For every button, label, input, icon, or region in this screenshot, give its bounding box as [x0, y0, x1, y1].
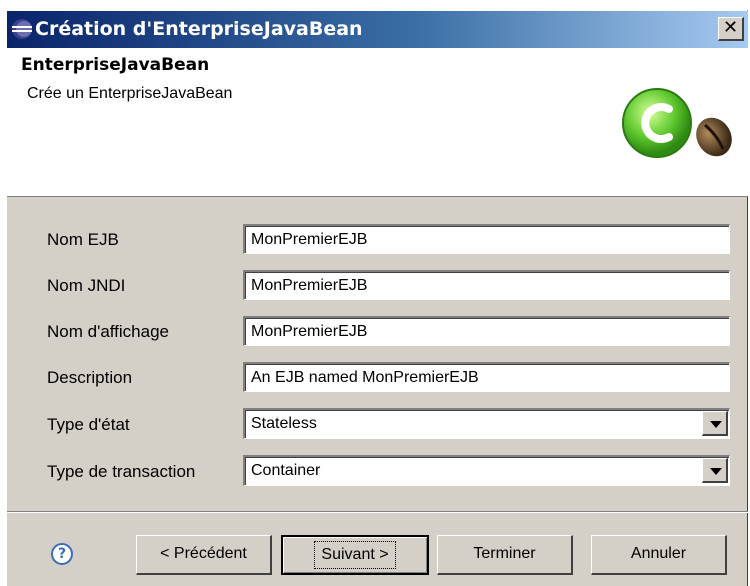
ejb-name-input[interactable]: MonPremierEJB — [243, 224, 730, 254]
finish-button[interactable]: Terminer — [437, 535, 573, 575]
banner-description: Crée un EnterpriseJavaBean — [27, 85, 233, 102]
transaction-type-dropdown-button[interactable] — [702, 458, 728, 483]
eclipse-icon — [12, 19, 32, 39]
help-button[interactable]: ? — [51, 543, 73, 565]
state-type-select[interactable]: Stateless — [243, 408, 730, 439]
state-type-label: Type d'état — [47, 415, 130, 434]
transaction-type-label: Type de transaction — [47, 462, 196, 481]
display-name-label: Nom d'affichage — [47, 322, 170, 341]
wizard-dialog: Création d'EnterpriseJavaBean ✕ Enterpri… — [6, 10, 748, 586]
description-input[interactable]: An EJB named MonPremierEJB — [243, 362, 730, 392]
title-bar[interactable]: Création d'EnterpriseJavaBean ✕ — [7, 11, 748, 48]
ejb-wizard-icon — [622, 88, 732, 158]
close-button[interactable]: ✕ — [718, 17, 744, 41]
cancel-button[interactable]: Annuler — [591, 535, 727, 575]
display-name-input[interactable]: MonPremierEJB — [243, 316, 730, 346]
chevron-down-icon — [710, 468, 722, 475]
button-separator — [7, 511, 748, 513]
banner-title: EnterpriseJavaBean — [21, 55, 210, 75]
transaction-type-value: Container — [251, 462, 321, 479]
ejb-name-label: Nom EJB — [47, 230, 119, 249]
chevron-down-icon — [710, 421, 722, 428]
jndi-name-label: Nom JNDI — [47, 276, 126, 295]
next-button-label: Suivant > — [314, 541, 396, 569]
next-button[interactable]: Suivant > — [281, 535, 429, 575]
jndi-name-input[interactable]: MonPremierEJB — [243, 270, 730, 300]
state-type-value: Stateless — [251, 415, 317, 432]
state-type-dropdown-button[interactable] — [702, 411, 728, 436]
transaction-type-select[interactable]: Container — [243, 455, 730, 486]
description-label: Description — [47, 368, 133, 387]
window-title: Création d'EnterpriseJavaBean — [35, 18, 363, 40]
back-button[interactable]: < Précédent — [136, 535, 272, 575]
